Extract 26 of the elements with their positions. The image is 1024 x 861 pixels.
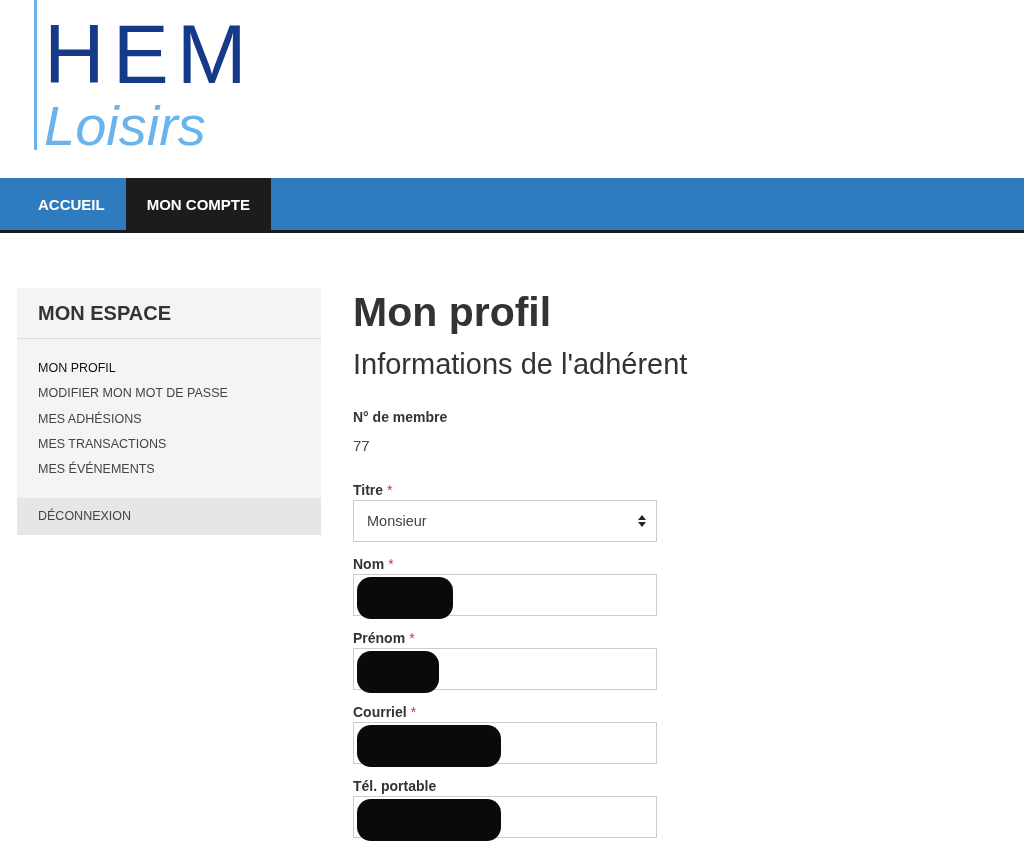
page-title: Mon profil bbox=[353, 288, 553, 336]
field-label: Tél. portable bbox=[353, 778, 437, 796]
sidebar-link[interactable]: MODIFIER MON MOT DE PASSE bbox=[38, 381, 321, 407]
sidebar-link[interactable]: MES ADHÉSIONS bbox=[38, 406, 321, 432]
nav-tab[interactable]: ACCUEIL bbox=[17, 178, 126, 230]
sidebar-title: MON ESPACE bbox=[38, 301, 171, 325]
nav-tab[interactable]: MON COMPTE bbox=[125, 178, 271, 230]
logo-text: Loisirs bbox=[44, 96, 206, 156]
required-mark: * bbox=[410, 704, 417, 722]
up-down-icon bbox=[638, 515, 646, 527]
member-number: 77 bbox=[353, 437, 371, 454]
section-title: Informations de l'adhérent bbox=[353, 347, 689, 382]
field-label: Courriel bbox=[353, 704, 407, 722]
field-label: N° de membre bbox=[353, 409, 449, 425]
sidebar-link[interactable]: MON PROFIL bbox=[38, 356, 321, 382]
field-label: Nom bbox=[353, 556, 385, 574]
sidebar-link[interactable]: MES ÉVÉNEMENTS bbox=[38, 457, 321, 483]
logo-text: HEM bbox=[44, 12, 255, 96]
sidebar-link[interactable]: MES TRANSACTIONS bbox=[38, 431, 321, 458]
title-select[interactable]: Monsieur bbox=[353, 500, 657, 542]
field-label: Titre bbox=[353, 482, 384, 500]
logout-link[interactable]: DÉCONNEXION bbox=[17, 498, 321, 536]
required-mark: * bbox=[388, 556, 394, 574]
required-mark: * bbox=[409, 630, 415, 648]
field-label: Prénom bbox=[353, 630, 406, 648]
required-mark: * bbox=[387, 482, 393, 500]
